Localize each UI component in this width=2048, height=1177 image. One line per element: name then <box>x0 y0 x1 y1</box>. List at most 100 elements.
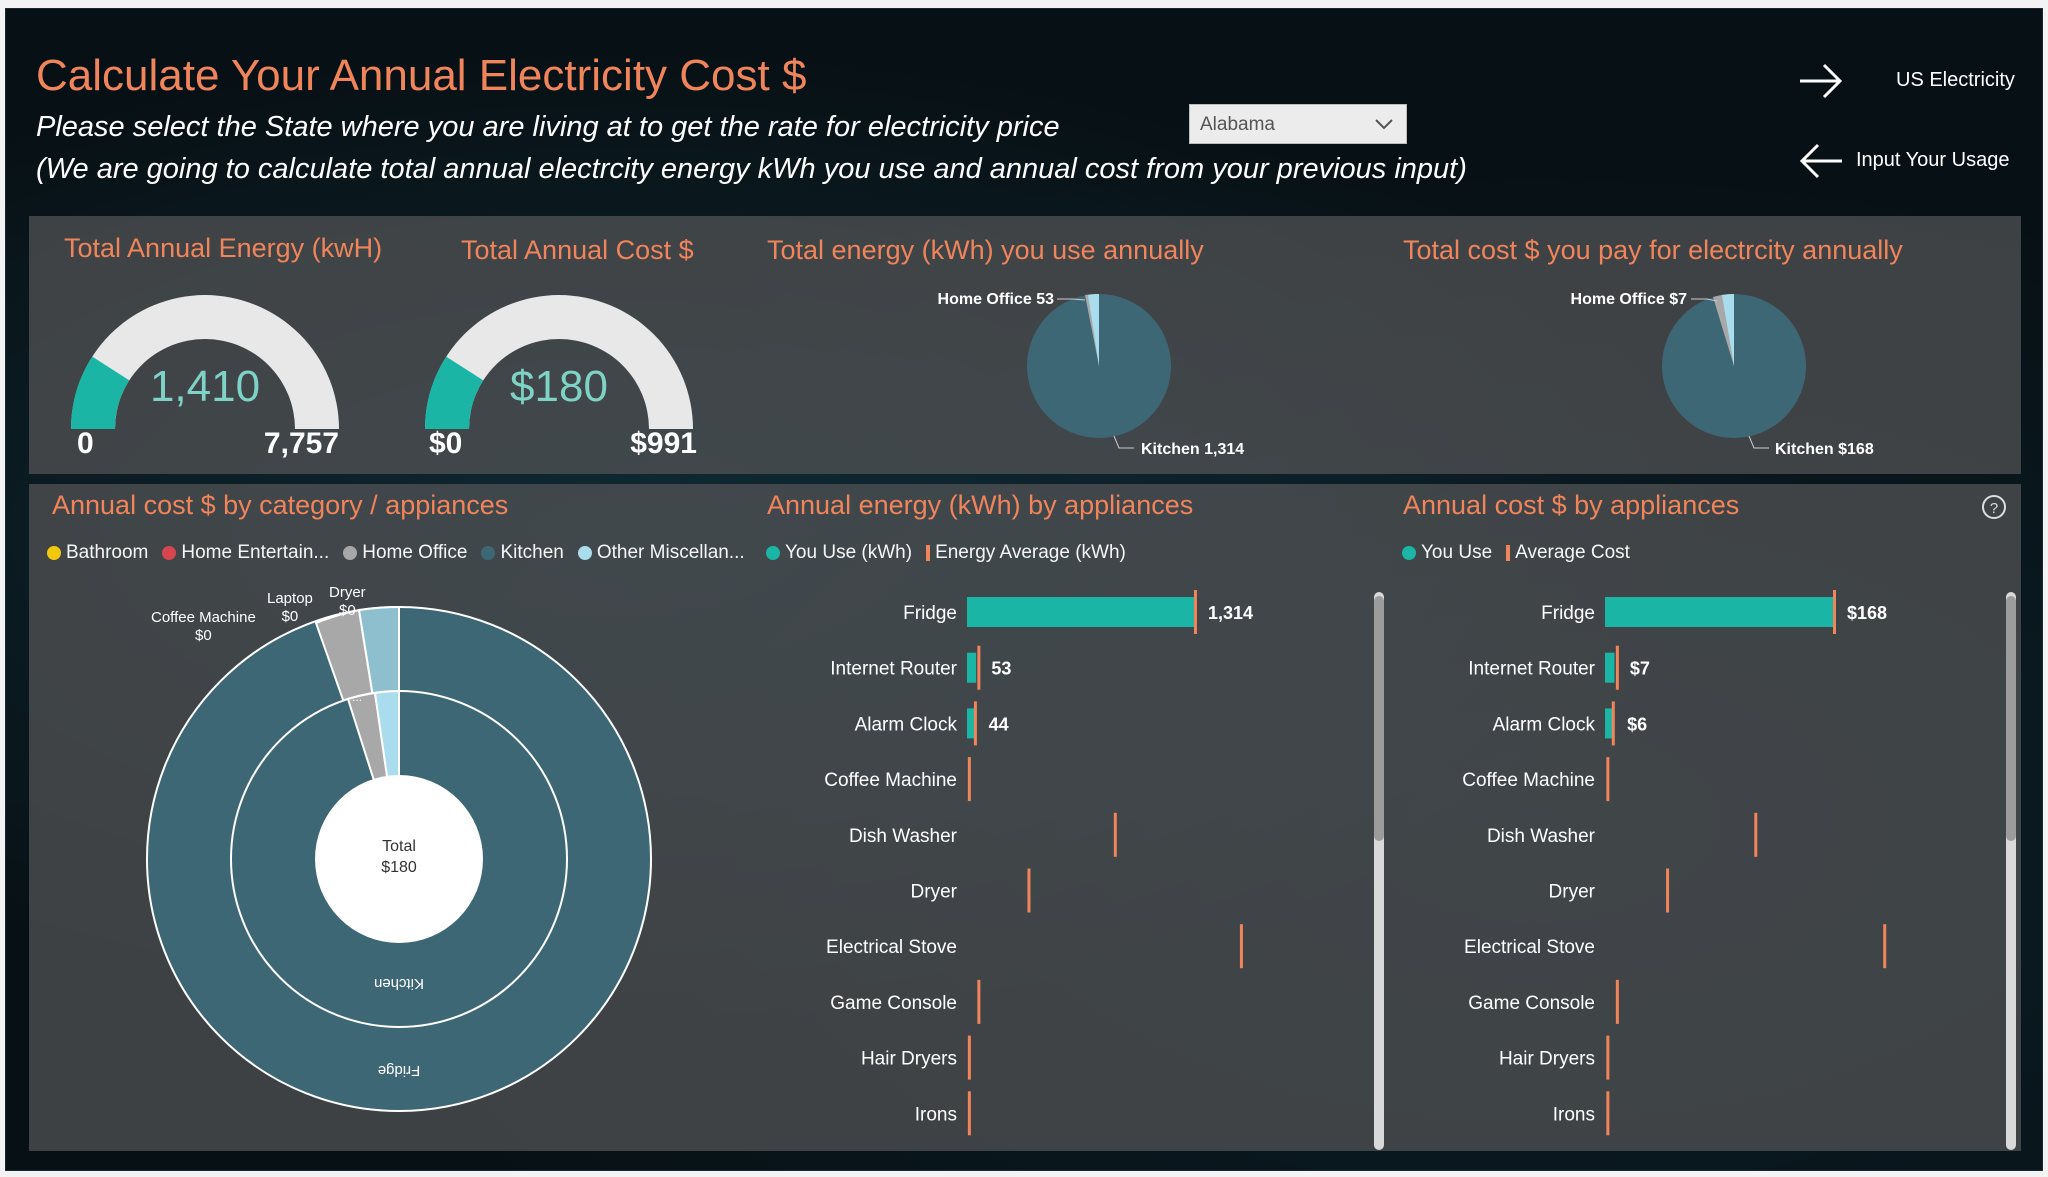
bar-you-use[interactable] <box>1605 652 1615 683</box>
gauge-cost-title: Total Annual Cost $ <box>461 235 694 265</box>
gauge-max: $991 <box>630 427 697 460</box>
cost-bar-chart: Fridge $168 Internet Router $7 Alarm Clock $6… <box>1462 590 1887 1136</box>
bar-average-marker[interactable] <box>1027 868 1031 913</box>
legend-marker <box>577 546 592 560</box>
legend-marker <box>1506 545 1511 561</box>
pie-label-top: Home Office 53 <box>938 291 1055 308</box>
us-electricity-button[interactable]: US Electricity <box>1796 61 2026 101</box>
cost-scrollbar-thumb[interactable] <box>2006 596 2016 841</box>
legend-marker <box>481 546 496 560</box>
detail-panel: Annual cost $ by category / appiances Ba… <box>29 484 2021 1151</box>
callout-coffee-machine: Coffee Machine $0 <box>151 609 256 644</box>
legend-marker <box>766 546 780 560</box>
energy-bar-legend: You Use (kWh) Energy Average (kWh) <box>766 542 1126 564</box>
input-your-usage-button[interactable]: Input Your Usage <box>1796 141 2026 181</box>
gauge-energy: 1,410 0 7,757 <box>71 295 339 460</box>
legend-label: Energy Average (kWh) <box>935 542 1126 563</box>
donut-title: Annual cost $ by category / appiances <box>52 490 509 520</box>
bar-average-marker[interactable] <box>1666 868 1670 913</box>
donut-inner-label: Kitchen <box>374 975 424 992</box>
category-label: Game Console <box>1468 993 1595 1014</box>
category-label: Internet Router <box>830 659 957 680</box>
bar-you-use[interactable] <box>1605 597 1833 627</box>
bar-average-marker[interactable] <box>1606 1091 1610 1136</box>
category-label: Dish Washer <box>849 826 958 847</box>
gauge-cost: $180 $0 $991 <box>425 295 697 460</box>
donut-outer-label: Fridge <box>378 1062 421 1079</box>
legend-item[interactable]: Home Entertain... <box>162 542 329 564</box>
legend-item[interactable]: Bathroom <box>47 542 148 564</box>
pie-label-top: Home Office $7 <box>1571 291 1688 308</box>
bar-you-use[interactable] <box>967 652 977 683</box>
category-label: Electrical Stove <box>826 937 957 958</box>
legend-label: Other Miscellan... <box>596 542 745 563</box>
bar-you-use[interactable] <box>967 597 1194 627</box>
category-label: Dryer <box>911 882 958 903</box>
help-icon[interactable]: ? <box>1981 494 2007 520</box>
legend-label: Home Office <box>362 542 468 563</box>
input-your-usage-label: Input Your Usage <box>1856 149 2010 171</box>
category-label: Dish Washer <box>1487 826 1596 847</box>
pie-cost: Home Office $7 Kitchen $168 <box>1571 291 1874 458</box>
category-label: Fridge <box>1541 603 1595 624</box>
legend-item[interactable]: Other Miscellan... <box>577 542 745 564</box>
bar-average-marker[interactable] <box>977 645 981 690</box>
bar-average-marker[interactable] <box>1193 590 1197 634</box>
legend-label: You Use (kWh) <box>785 542 913 563</box>
bar-average-marker[interactable] <box>967 757 971 802</box>
data-label: 53 <box>991 659 1011 679</box>
arrow-left-icon <box>1799 143 1842 179</box>
bar-average-marker[interactable] <box>1833 590 1836 634</box>
bar-average-marker[interactable] <box>967 1035 971 1080</box>
instruction-line-1: Please select the State where you are li… <box>36 111 1060 143</box>
bar-average-marker[interactable] <box>1113 812 1117 857</box>
bar-average-marker[interactable] <box>977 979 981 1024</box>
bar-average-marker[interactable] <box>1606 757 1610 802</box>
donut-legend: Bathroom Home Entertain... Home Office Kitc… <box>47 542 745 564</box>
svg-text:?: ? <box>1990 500 1998 517</box>
gauge-min: $0 <box>429 427 462 460</box>
bar-average-marker[interactable] <box>1754 812 1758 857</box>
pie-energy: Home Office 53 Kitchen 1,314 <box>938 291 1245 458</box>
donut-center-value: $180 <box>381 859 417 876</box>
legend-label: Home Entertain... <box>181 542 330 563</box>
gauge-value: 1,410 <box>150 362 260 411</box>
bar-average-marker[interactable] <box>967 1091 971 1136</box>
data-label: 44 <box>989 714 1009 734</box>
callout-dryer: Dryer $0 <box>329 584 366 619</box>
callout-laptop: Laptop $0 <box>267 590 313 625</box>
legend-label: Average Cost <box>1515 542 1630 563</box>
instruction-line-2: (We are going to calculate total annual … <box>36 153 1467 185</box>
legend-item[interactable]: Kitchen <box>481 542 564 564</box>
legend-marker <box>162 546 177 560</box>
bar-average-marker[interactable] <box>1606 1035 1610 1080</box>
category-label: Fridge <box>903 603 957 624</box>
bar-average-marker[interactable] <box>1615 979 1619 1024</box>
legend-item[interactable]: Home Office <box>343 542 467 564</box>
data-label: $6 <box>1627 714 1647 734</box>
pie-energy-title: Total energy (kWh) you use annually <box>767 235 1204 265</box>
state-dropdown-value: Alabama <box>1200 114 1275 135</box>
chevron-down-icon <box>1375 119 1393 130</box>
gauge-max: 7,757 <box>264 427 339 460</box>
category-label: Electrical Stove <box>1464 937 1595 958</box>
bar-average-marker[interactable] <box>1611 701 1615 746</box>
bar-average-marker[interactable] <box>1883 924 1887 969</box>
category-label: Game Console <box>830 993 957 1014</box>
us-electricity-label: US Electricity <box>1896 69 2015 91</box>
bar-average-marker[interactable] <box>1239 924 1243 969</box>
bar-average-marker[interactable] <box>1615 645 1619 690</box>
data-label: $7 <box>1630 659 1650 679</box>
category-label: Hair Dryers <box>861 1049 957 1070</box>
donut-center-label: Total <box>382 838 416 855</box>
cost-bar-legend: You Use Average Cost <box>1402 542 1630 564</box>
legend-label: You Use <box>1421 542 1493 563</box>
data-label: 1,314 <box>1208 603 1253 623</box>
state-dropdown[interactable]: Alabama <box>1189 104 1407 144</box>
pie-label-bottom: Kitchen $168 <box>1775 441 1874 458</box>
bar-average-marker[interactable] <box>973 701 977 746</box>
bar-you-use[interactable] <box>967 708 975 739</box>
category-label: Coffee Machine <box>824 770 957 791</box>
energy-bar-title: Annual energy (kWh) by appliances <box>767 490 1194 520</box>
category-label: Alarm Clock <box>1493 714 1596 735</box>
